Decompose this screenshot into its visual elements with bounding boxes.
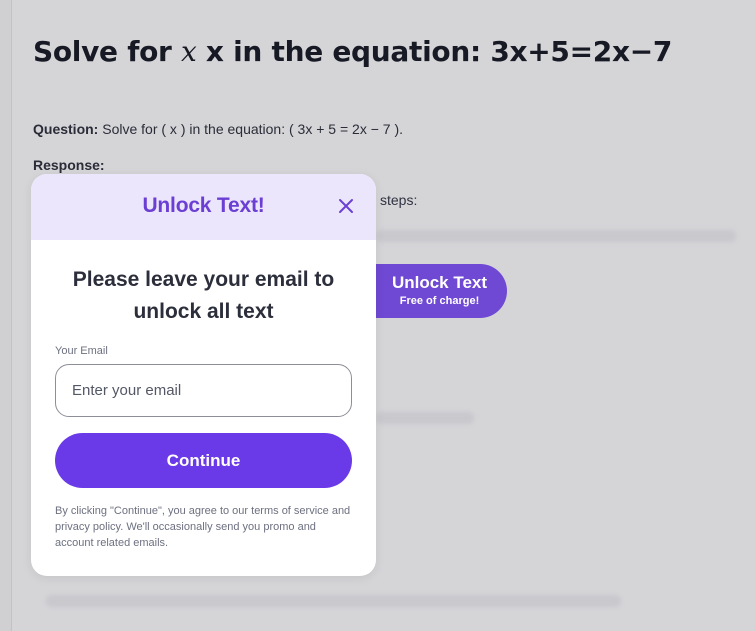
modal-header: Unlock Text! — [31, 174, 376, 240]
modal-title: Unlock Text! — [142, 194, 265, 217]
page-title-equation: x in the equation: 3x+5=2x−7 — [196, 35, 673, 68]
unlock-modal: Unlock Text! Please leave your email to … — [31, 174, 376, 576]
question-label: Question: — [33, 121, 99, 137]
page-title-variable: x — [180, 35, 197, 68]
steps-text: steps: — [380, 192, 418, 208]
page-title-prefix: Solve for — [33, 35, 181, 68]
page-title: Solve for x x in the equation: 3x+5=2x−7 — [33, 35, 672, 68]
continue-button[interactable]: Continue — [55, 433, 352, 488]
blurred-text-line — [376, 230, 736, 242]
page-left-border — [0, 0, 12, 631]
question-text: Question: Solve for ( x ) in the equatio… — [33, 121, 403, 137]
response-label: Response: — [33, 157, 105, 173]
unlock-text-button-label: Unlock Text — [391, 273, 488, 292]
unlock-text-button-subtitle: Free of charge! — [399, 295, 480, 307]
question-body: Solve for ( x ) in the equation: ( 3x + … — [98, 121, 404, 137]
legal-disclaimer: By clicking "Continue", you agree to our… — [55, 505, 351, 549]
modal-heading: Please leave your email to unlock all te… — [72, 268, 335, 323]
email-field[interactable] — [55, 364, 352, 417]
close-icon[interactable] — [337, 197, 355, 215]
blurred-text-line — [376, 412, 474, 424]
blurred-text-line — [46, 595, 621, 607]
email-field-label: Your Email — [55, 345, 108, 357]
